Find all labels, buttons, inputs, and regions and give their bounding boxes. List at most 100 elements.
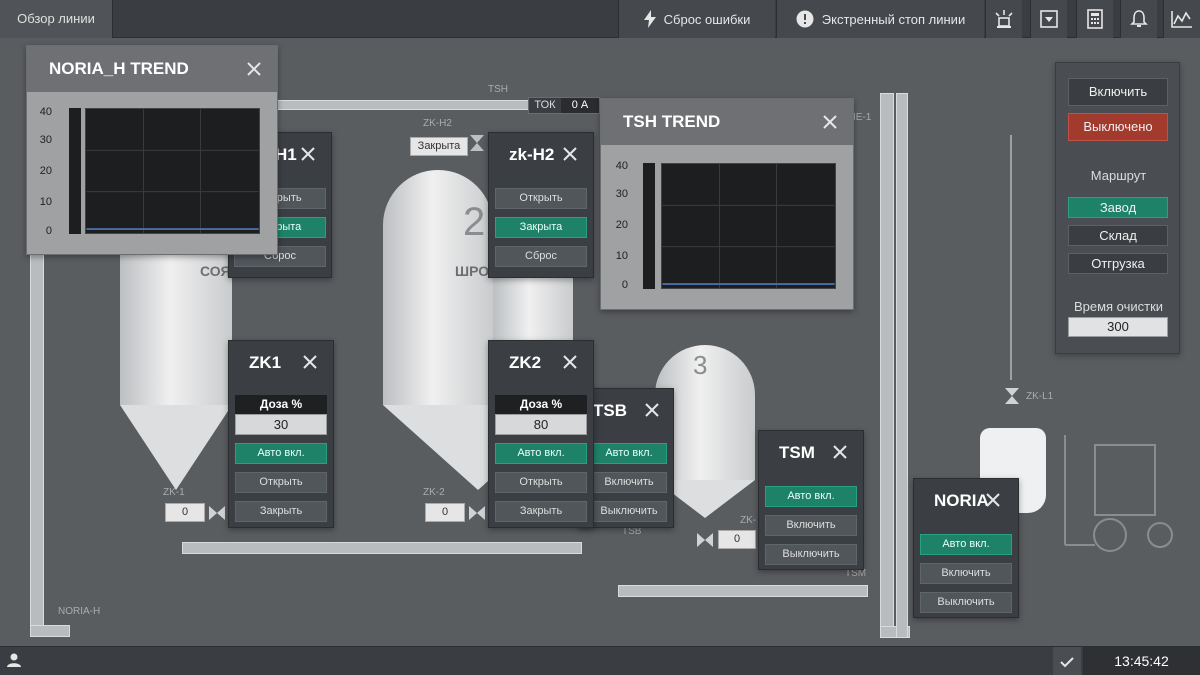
valve-zk-h2-state: Закрыта (410, 137, 468, 156)
tsb-on-button[interactable]: Включить (591, 472, 667, 493)
pipe-bottom-1 (182, 542, 582, 554)
trend-noria-plot (85, 108, 260, 234)
tab-line-overview[interactable]: Обзор линии (0, 0, 113, 38)
noria-off-button[interactable]: Выключить (920, 592, 1012, 613)
valve-zk-h2-icon[interactable] (470, 135, 484, 151)
valve-zk-3-icon[interactable] (697, 533, 713, 547)
close-icon[interactable] (984, 491, 1002, 509)
trend-noria-ytick: 0 (45, 225, 52, 237)
close-icon[interactable] (643, 401, 661, 419)
close-icon[interactable] (561, 145, 579, 163)
faceplate-zk1-title-text: ZK1 (249, 353, 282, 372)
tsm-auto-button[interactable]: Авто вкл. (765, 486, 857, 507)
warning-icon (796, 10, 814, 28)
pipe-top (275, 100, 530, 110)
faceplate-tsb-title-text: TSB (593, 401, 627, 420)
tsb-off-button[interactable]: Выключить (591, 501, 667, 522)
tank-1-name: СОЯ (200, 263, 231, 279)
faceplate-zk2-title: ZK2 (489, 341, 593, 384)
zk2-auto-button[interactable]: Авто вкл. (495, 443, 587, 464)
faceplate-noria-title: NORIA (914, 479, 1018, 522)
zk2-close-button[interactable]: Закрыть (495, 501, 587, 522)
beacon-button[interactable] (985, 0, 1022, 38)
zk1-dose-input[interactable]: 30 (235, 414, 327, 435)
zk1-auto-button[interactable]: Авто вкл. (235, 443, 327, 464)
tank-3-number: 3 (693, 350, 708, 380)
zk-h2-closed-button[interactable]: Закрыта (495, 217, 587, 238)
enable-line-button[interactable]: Включить (1068, 78, 1168, 106)
valve-zk-1-icon[interactable] (209, 506, 225, 520)
reset-error-button[interactable]: Сброс ошибки (618, 0, 775, 38)
route-shipping-button[interactable]: Отгрузка (1068, 253, 1168, 274)
trend-noria-ytick: 40 (39, 106, 52, 118)
notifications-button[interactable] (1120, 0, 1157, 38)
close-icon[interactable] (299, 145, 317, 163)
trend-noria-h-window: NORIA_H TREND 40 30 20 10 0 (26, 45, 278, 255)
label-zk-3: ZK- (740, 515, 757, 526)
tsm-on-button[interactable]: Включить (765, 515, 857, 536)
label-zk-l1: ZK-L1 (1026, 391, 1054, 402)
route-plant-button[interactable]: Завод (1068, 197, 1168, 218)
route-storage-button[interactable]: Склад (1068, 225, 1168, 246)
user-icon[interactable] (6, 652, 22, 668)
faceplate-zk1: ZK1 Доза % 30 Авто вкл. Открыть Закрыть (228, 340, 334, 528)
reset-error-label: Сброс ошибки (663, 11, 751, 27)
line-disabled-button[interactable]: Выключено (1068, 113, 1168, 141)
trend-tsh-ytick: 10 (615, 250, 628, 262)
close-icon[interactable] (831, 443, 849, 461)
clean-time-input[interactable]: 300 (1068, 317, 1168, 337)
zk-h2-reset-button[interactable]: Сброс (495, 246, 587, 267)
valve-zk-3-value: 0 (718, 530, 756, 549)
trend-tsh-ytick: 30 (615, 188, 628, 200)
noria-auto-button[interactable]: Авто вкл. (920, 534, 1012, 555)
lightning-icon (643, 10, 656, 28)
noria-on-button[interactable]: Включить (920, 563, 1012, 584)
faceplate-noria: NORIA Авто вкл. Включить Выключить (913, 478, 1019, 618)
acknowledge-button[interactable] (1053, 647, 1081, 675)
close-icon[interactable] (301, 353, 319, 371)
zk1-open-button[interactable]: Открыть (235, 472, 327, 493)
calculator-button[interactable] (1076, 0, 1113, 38)
emergency-stop-button[interactable]: Экстренный стоп линии (776, 0, 984, 38)
trend-tsh-ytick: 20 (615, 219, 628, 231)
zk2-open-button[interactable]: Открыть (495, 472, 587, 493)
faceplate-zk1-title: ZK1 (229, 341, 333, 384)
close-icon[interactable] (821, 113, 839, 131)
zk1-close-button[interactable]: Закрыть (235, 501, 327, 522)
pipe-right-vertical (880, 93, 894, 638)
trends-button[interactable] (1163, 0, 1200, 38)
label-zk-1: ZK-1 (163, 487, 185, 498)
valve-zk-1-value: 0 (165, 503, 205, 522)
zk1-dose-label: Доза % (235, 395, 327, 414)
dropdown-panel-button[interactable] (1030, 0, 1067, 38)
trend-tsh-title: TSH TREND (623, 112, 721, 131)
label-noria-h: NORIA-H (58, 606, 101, 617)
tok-value: 0 А (561, 98, 599, 113)
trend-tsh-ytick: 40 (615, 160, 628, 172)
valve-zk-2-icon[interactable] (469, 506, 485, 520)
pipe-bottom-2 (618, 585, 868, 597)
tank-1-cone (120, 405, 232, 490)
tsm-off-button[interactable]: Выключить (765, 544, 857, 565)
close-icon[interactable] (245, 60, 263, 78)
pipe-right-inner (896, 93, 908, 638)
tsb-auto-button[interactable]: Авто вкл. (591, 443, 667, 464)
clean-time-label: Время очистки (1073, 299, 1164, 314)
trend-noria-scrollbar[interactable] (69, 108, 81, 234)
faceplate-tsm-title-text: TSM (779, 443, 815, 462)
faceplate-h1-title-text: H1 (275, 145, 297, 164)
bell-icon (1130, 10, 1148, 27)
trend-tsh-plot (661, 163, 836, 289)
trend-noria-h-title: NORIA_H TREND (49, 59, 189, 78)
faceplate-zk-h2-title: zk-H2 (489, 133, 593, 176)
valve-zk-l1-icon[interactable] (1005, 388, 1019, 404)
faceplate-noria-title-text: NORIA (934, 491, 989, 510)
trend-tsh-scrollbar[interactable] (643, 163, 655, 289)
zk-h2-open-button[interactable]: Открыть (495, 188, 587, 209)
pipe-zkl1 (1010, 135, 1012, 380)
calculator-icon (1087, 9, 1103, 29)
beacon-icon (995, 10, 1013, 28)
close-icon[interactable] (561, 353, 579, 371)
trend-chart-icon (1171, 11, 1192, 28)
zk2-dose-input[interactable]: 80 (495, 414, 587, 435)
